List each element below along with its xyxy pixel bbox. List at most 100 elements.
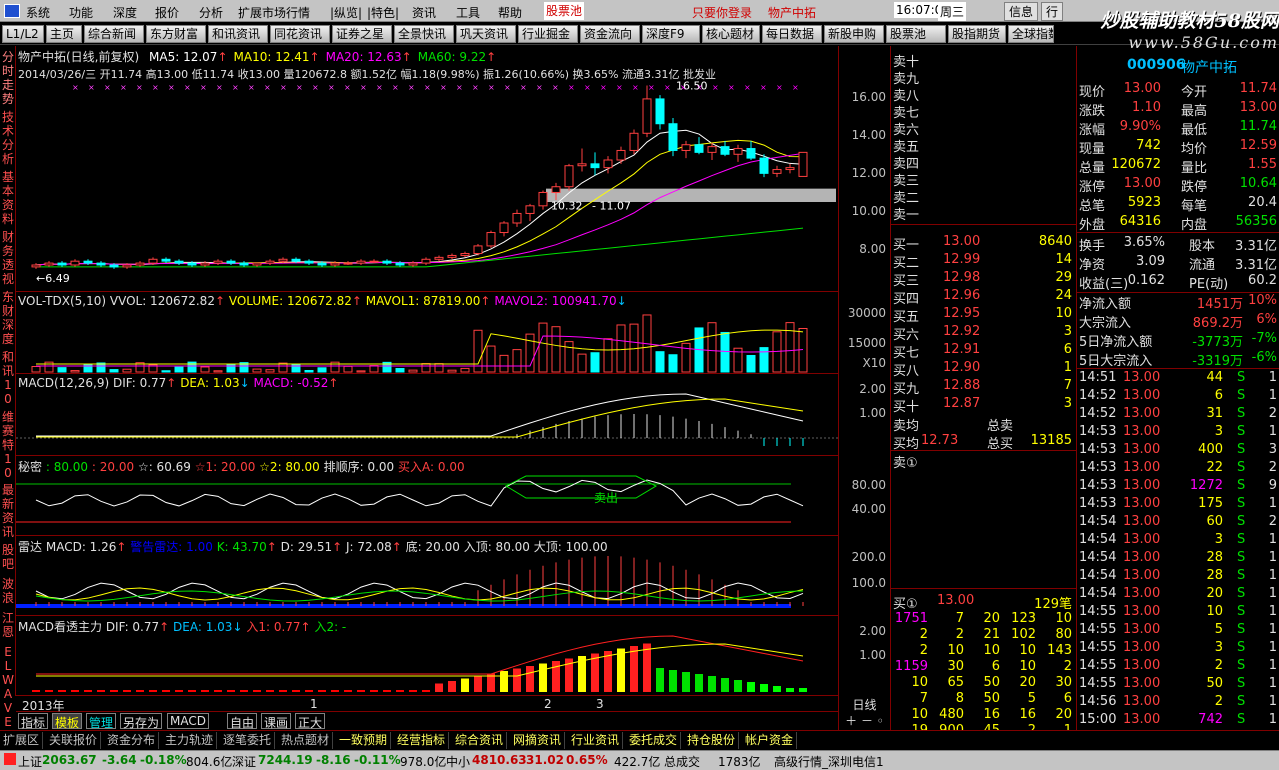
volume-chart[interactable] <box>16 292 838 374</box>
toolbar-button-6[interactable]: 证券之星 <box>332 25 392 43</box>
left-tab-9[interactable]: 波浪 <box>1 577 15 605</box>
left-tab-1[interactable]: 技术分析 <box>1 110 15 166</box>
indicator-tab-5[interactable]: 自由 <box>227 713 258 730</box>
left-tab-4[interactable]: 东财深度 <box>1 290 15 346</box>
left-tab-3[interactable]: 财务透视 <box>1 230 15 286</box>
function-tab-10[interactable]: 行业资讯 <box>568 732 624 749</box>
menu-item-2[interactable]: 深度 <box>113 4 137 21</box>
toolbar-button-16[interactable]: 股指期货 <box>948 25 1006 43</box>
function-tab-7[interactable]: 经营指标 <box>394 732 450 749</box>
mforce-chart[interactable] <box>16 616 838 696</box>
indicator-tab-0[interactable]: 指标 <box>18 713 49 730</box>
macd-chart[interactable] <box>16 374 838 456</box>
toolbar-button-3[interactable]: 东方财富 <box>146 25 206 43</box>
left-tab-8[interactable]: 股吧 <box>1 543 15 571</box>
menu-item-0[interactable]: 系统 <box>26 4 50 21</box>
period-label[interactable]: 日线 <box>838 696 890 712</box>
date-axis: 2013年 1 2 3 <box>16 696 838 713</box>
toolbar-button-0[interactable]: L1/L2 <box>2 25 44 43</box>
function-tab-0[interactable]: 扩展区 <box>0 732 44 749</box>
radar-chart[interactable] <box>16 536 838 616</box>
function-tab-12[interactable]: 持仓股份 <box>684 732 740 749</box>
server-status[interactable]: 高级行情_深圳电信1 <box>774 753 884 770</box>
toolbar-button-9[interactable]: 行业掘金 <box>518 25 578 43</box>
sz-index[interactable]: 7244.19 <box>258 753 313 767</box>
buy-level-8[interactable]: 买九 12.88 7 <box>891 377 1076 397</box>
buy-level-4[interactable]: 买五 12.95 10 <box>891 305 1076 325</box>
function-tab-1[interactable]: 关联报价 <box>46 732 102 749</box>
left-tab-11[interactable]: ELWAVE <box>1 645 15 729</box>
left-tab-5[interactable]: 和讯10 <box>1 350 15 406</box>
buy-level-9[interactable]: 买十 12.87 3 <box>891 395 1076 415</box>
volume-bar <box>434 363 444 373</box>
zx-index[interactable]: 4810.63 <box>472 753 527 767</box>
function-tab-3[interactable]: 主力轨迹 <box>162 732 218 749</box>
toolbar-button-14[interactable]: 新股申购 <box>824 25 884 43</box>
candle-body <box>44 262 54 266</box>
buy-level-5[interactable]: 买六 12.92 3 <box>891 323 1076 343</box>
menu-item-3[interactable]: 报价 <box>155 4 179 21</box>
zoom-controls[interactable]: ＋ － ◦ <box>838 712 890 730</box>
menu-item-1[interactable]: 功能 <box>69 4 93 21</box>
toolbar-button-11[interactable]: 深度F9 <box>642 25 700 43</box>
sh-index[interactable]: 2063.67 <box>42 753 97 767</box>
menu-item-13[interactable]: 物产中拓 <box>768 4 816 21</box>
left-tab-7[interactable]: 最新资讯 <box>1 483 15 539</box>
buy-level-1[interactable]: 买二 12.99 14 <box>891 251 1076 271</box>
left-tab-2[interactable]: 基本资料 <box>1 170 15 226</box>
menu-item-5[interactable]: 扩展市场行情 <box>238 4 310 21</box>
toolbar-button-5[interactable]: 同花资讯 <box>270 25 330 43</box>
tick-row-12: 14:54 13.00 20 S 1 <box>1077 585 1279 603</box>
toolbar-button-2[interactable]: 综合新闻 <box>84 25 144 43</box>
function-tab-5[interactable]: 热点题材 <box>278 732 334 749</box>
toolbar-button-1[interactable]: 主页 <box>46 25 82 43</box>
buy-level-6[interactable]: 买七 12.91 6 <box>891 341 1076 361</box>
buy-level-0[interactable]: 买一 13.00 8640 <box>891 233 1076 253</box>
secret-chart[interactable] <box>16 456 838 536</box>
menu-item-10[interactable]: 帮助 <box>498 4 522 21</box>
function-tab-2[interactable]: 资金分布 <box>104 732 160 749</box>
menu-item-7[interactable]: |特色| <box>367 4 399 21</box>
menu-item-4[interactable]: 分析 <box>199 4 223 21</box>
indicator-tab-7[interactable]: 正大 <box>295 713 326 730</box>
function-tab-11[interactable]: 委托成交 <box>626 732 682 749</box>
toolbar-button-10[interactable]: 资金流向 <box>580 25 640 43</box>
indicator-tab-1[interactable]: 模板 <box>52 713 83 730</box>
indicator-tab-3[interactable]: 另存为 <box>120 713 163 730</box>
queue-cell: 10 <box>911 675 928 690</box>
toolbar-button-12[interactable]: 核心题材 <box>702 25 760 43</box>
menu-item-12[interactable]: 只要你登录 <box>692 4 752 21</box>
toolbar-button-15[interactable]: 股票池 <box>886 25 946 43</box>
buy-level-3[interactable]: 买四 12.96 24 <box>891 287 1076 307</box>
toolbar-button-13[interactable]: 每日数据 <box>762 25 822 43</box>
left-tab-10[interactable]: 江恩 <box>1 611 15 639</box>
volume-bar <box>616 324 626 373</box>
function-tab-6[interactable]: 一致预期 <box>336 732 392 749</box>
fund-label: 换手 <box>1079 239 1106 254</box>
function-tab-9[interactable]: 网摘资讯 <box>510 732 566 749</box>
buy-level-2[interactable]: 买三 12.98 29 <box>891 269 1076 289</box>
toolbar-button-7[interactable]: 全景快讯 <box>394 25 454 43</box>
buy-level-7[interactable]: 买八 12.90 1 <box>891 359 1076 379</box>
sell-level-label: 卖一 <box>893 208 920 223</box>
menu-item-6[interactable]: |纵览| <box>330 4 362 21</box>
indicator-tab-2[interactable]: 管理 <box>86 713 117 730</box>
indicator-tab-6[interactable]: 课画 <box>261 713 292 730</box>
left-tab-0[interactable]: 分时走势 <box>1 50 15 106</box>
function-tab-4[interactable]: 逐笔委托 <box>220 732 276 749</box>
indicator-tab-4[interactable]: MACD <box>167 713 209 729</box>
mforce-bar <box>422 690 430 692</box>
left-tab-6[interactable]: 维赛特10 <box>1 410 15 480</box>
menu-item-8[interactable]: 资讯 <box>412 4 436 21</box>
candlestick-chart[interactable]: × × × × × × × × × × × × × × × × × × × × × × × × × × × × × × × × × × × × × × × ×… <box>16 46 838 292</box>
toolbar-button-8[interactable]: 巩天资讯 <box>456 25 516 43</box>
mforce-bar <box>84 690 92 692</box>
menu-item-11[interactable]: 股票池 <box>544 2 585 20</box>
menu-item-9[interactable]: 工具 <box>456 4 480 21</box>
function-tab-13[interactable]: 帐户资金 <box>742 732 798 749</box>
function-tab-8[interactable]: 综合资讯 <box>452 732 508 749</box>
signal-marker: × <box>520 83 527 92</box>
toolbar-button-4[interactable]: 和讯资讯 <box>208 25 268 43</box>
queue-cell: 80 <box>1055 627 1072 642</box>
menu-item-15[interactable]: 周三 <box>938 2 967 21</box>
